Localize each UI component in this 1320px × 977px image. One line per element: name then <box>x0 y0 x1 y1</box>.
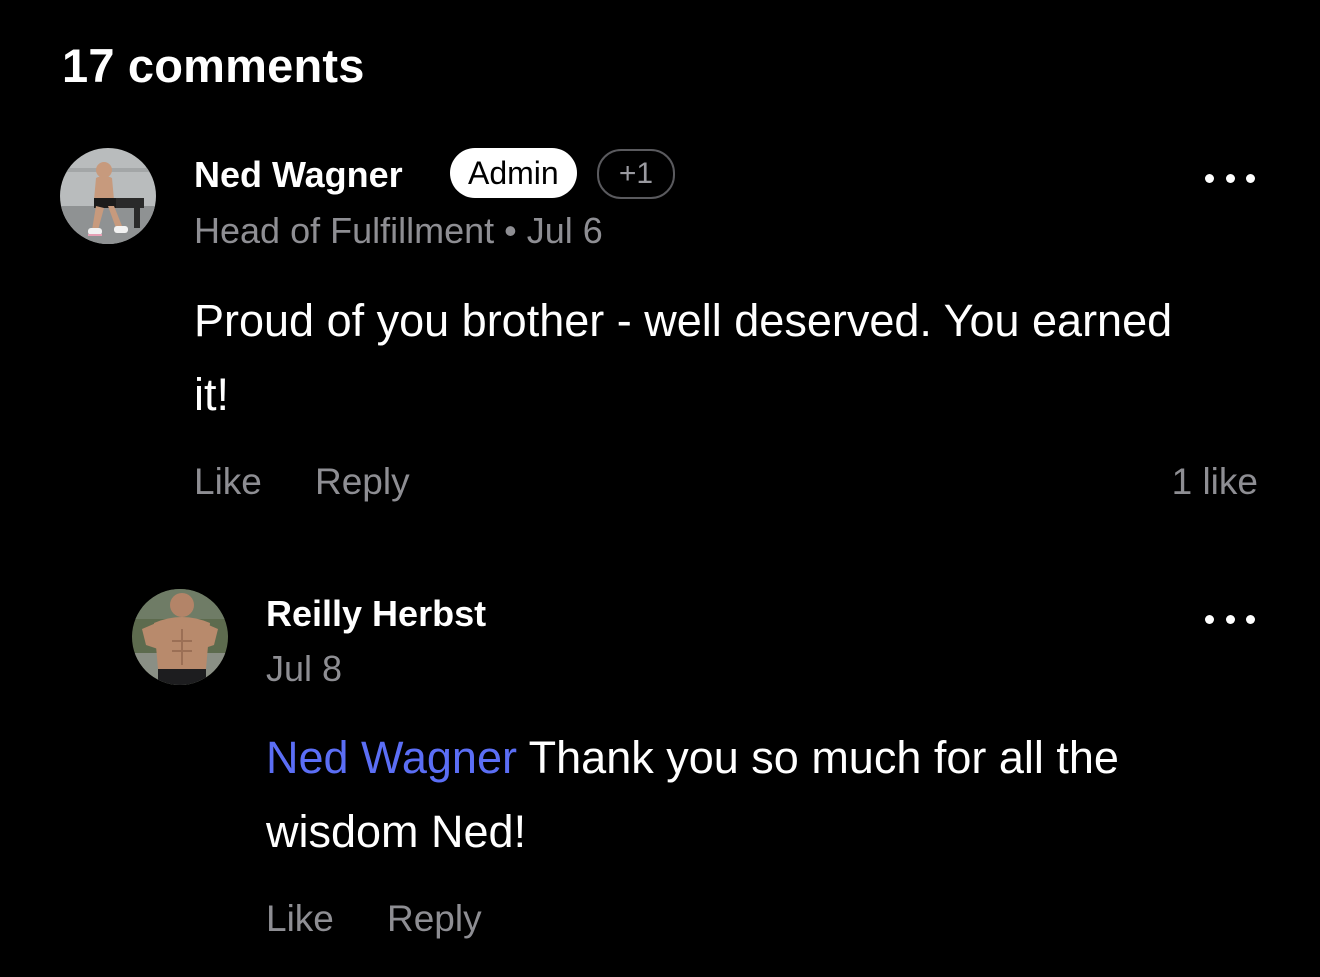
meta-separator: • <box>504 210 517 251</box>
avatar-ned-wagner[interactable] <box>60 148 156 244</box>
comment-text: Ned Wagner Thank you so much for all the… <box>266 721 1276 869</box>
comments-heading: 17 comments <box>62 39 365 92</box>
like-button[interactable]: Like <box>194 461 262 503</box>
comment-text: Proud of you brother - well deserved. Yo… <box>194 295 1173 420</box>
extra-badges-count[interactable]: +1 <box>597 149 675 199</box>
more-options-icon[interactable] <box>1205 612 1255 626</box>
admin-badge: Admin <box>450 148 577 198</box>
comment-meta: Head of Fulfillment • Jul 6 <box>194 210 603 252</box>
avatar-photo-icon <box>60 148 156 244</box>
reply-button[interactable]: Reply <box>315 461 410 503</box>
avatar-reilly-herbst[interactable] <box>132 589 228 685</box>
comment-date: Jul 8 <box>266 648 343 689</box>
comment-author-name[interactable]: Reilly Herbst <box>266 593 486 635</box>
like-button[interactable]: Like <box>266 898 334 940</box>
more-options-icon[interactable] <box>1205 171 1255 185</box>
avatar-photo-icon <box>132 589 228 685</box>
mention-link[interactable]: Ned Wagner <box>266 732 517 783</box>
author-role: Head of Fulfillment <box>194 210 495 251</box>
comment-author-name[interactable]: Ned Wagner <box>194 154 403 196</box>
likes-count[interactable]: 1 like <box>1172 461 1258 503</box>
comment-date: Jul 6 <box>526 210 603 251</box>
reply-button[interactable]: Reply <box>387 898 482 940</box>
